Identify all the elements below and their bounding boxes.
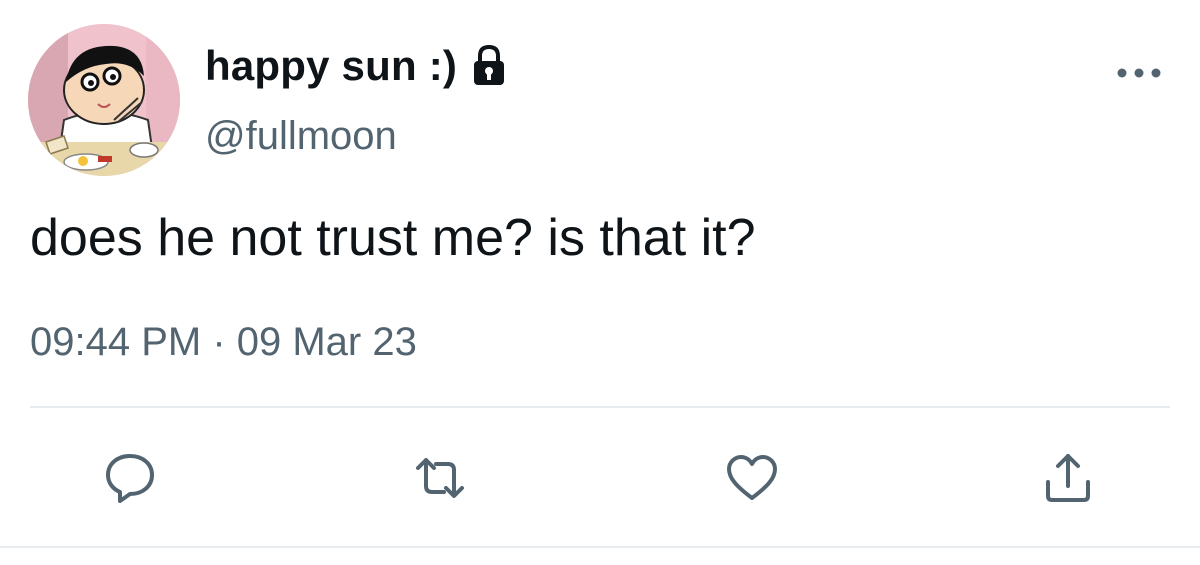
lock-icon bbox=[469, 44, 509, 88]
display-name[interactable]: happy sun :) bbox=[205, 42, 457, 90]
like-button[interactable] bbox=[724, 450, 780, 506]
avatar[interactable] bbox=[28, 24, 180, 176]
more-options-button[interactable] bbox=[1114, 58, 1164, 88]
cartoon-avatar bbox=[28, 24, 180, 176]
heart-icon bbox=[727, 455, 777, 500]
divider bbox=[30, 406, 1170, 408]
tweet-text: does he not trust me? is that it? bbox=[30, 209, 756, 267]
user-handle[interactable]: @fullmoon bbox=[205, 114, 397, 159]
comment-bubble-icon bbox=[106, 454, 154, 503]
tweet-timestamp[interactable]: 09:44 PM · 09 Mar 23 bbox=[30, 320, 417, 365]
share-upload-icon bbox=[1046, 454, 1090, 502]
more-dots-icon bbox=[1117, 68, 1161, 78]
divider bbox=[0, 546, 1200, 548]
reply-button[interactable] bbox=[102, 450, 158, 506]
tweet-card: happy sun :) @fullmoon does he not trust… bbox=[0, 0, 1200, 565]
display-name-row: happy sun :) bbox=[205, 38, 509, 94]
retweet-icon bbox=[416, 458, 464, 498]
retweet-button[interactable] bbox=[412, 450, 468, 506]
share-button[interactable] bbox=[1040, 450, 1096, 506]
